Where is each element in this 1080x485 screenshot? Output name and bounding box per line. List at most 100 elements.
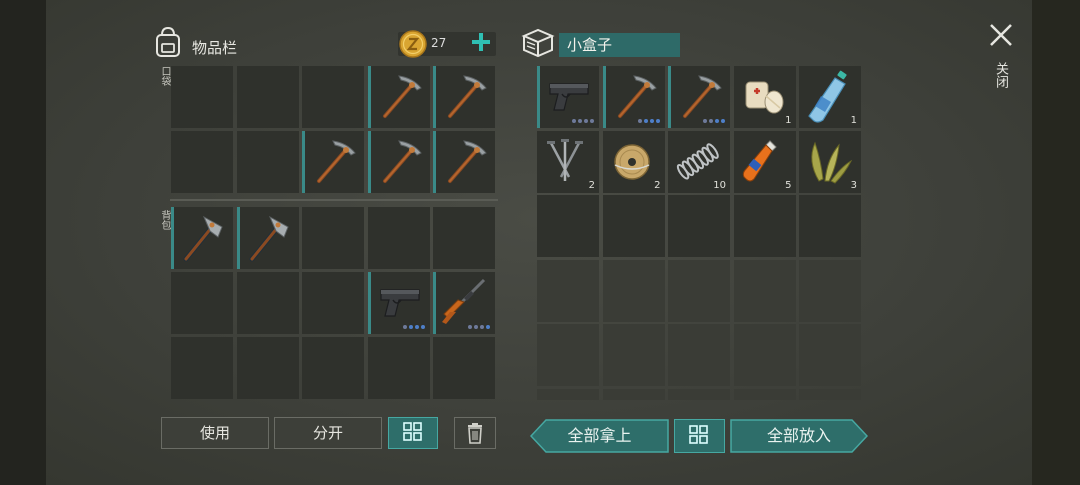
item-slot[interactable]: 10 <box>668 130 730 193</box>
use-button[interactable]: 使用 <box>161 417 269 449</box>
durability-indicator <box>572 119 594 123</box>
add-coins-button[interactable] <box>470 30 492 54</box>
item-slot[interactable] <box>367 131 430 193</box>
close-icon[interactable] <box>988 22 1014 48</box>
take-all-label: 全部拿上 <box>567 426 632 445</box>
empty-slot[interactable] <box>171 272 233 334</box>
empty-slot[interactable] <box>537 324 599 386</box>
put-all-button[interactable]: 全部放入 <box>730 419 868 453</box>
empty-slot[interactable] <box>602 388 665 400</box>
empty-slot[interactable] <box>433 337 495 399</box>
sort-button[interactable] <box>388 417 438 449</box>
durability-dot <box>649 119 654 123</box>
durability-dot <box>414 325 419 329</box>
empty-slot[interactable] <box>433 207 495 269</box>
close-label[interactable]: 关闭 <box>991 62 1010 88</box>
axe-icon <box>172 207 234 269</box>
trash-icon <box>468 423 482 444</box>
item-slot[interactable] <box>433 272 495 334</box>
item-slot[interactable] <box>367 272 430 334</box>
item-slot[interactable] <box>236 207 300 269</box>
empty-slot[interactable] <box>302 207 364 269</box>
coin-icon <box>399 30 427 58</box>
empty-slot[interactable] <box>733 388 796 400</box>
empty-slot[interactable] <box>302 337 364 399</box>
put-all-label: 全部放入 <box>766 426 831 445</box>
empty-slot[interactable] <box>367 337 430 399</box>
split-button[interactable]: 分开 <box>274 417 382 449</box>
empty-slot[interactable] <box>537 195 599 257</box>
item-slot[interactable] <box>302 131 364 193</box>
empty-slot[interactable] <box>799 259 861 322</box>
item-slot[interactable]: 3 <box>799 130 861 193</box>
item-slot[interactable] <box>433 131 495 193</box>
empty-slot[interactable] <box>171 131 233 193</box>
grid-icon <box>403 422 422 441</box>
empty-slot[interactable] <box>668 324 730 386</box>
empty-slot[interactable] <box>602 259 665 322</box>
empty-slot[interactable] <box>668 259 730 322</box>
empty-slot[interactable] <box>537 388 599 400</box>
item-slot[interactable] <box>171 207 233 269</box>
empty-slot[interactable] <box>799 324 861 386</box>
durability-indicator <box>468 325 490 329</box>
durability-dot <box>637 119 642 123</box>
empty-slot[interactable] <box>302 272 364 334</box>
empty-slot[interactable] <box>733 259 796 322</box>
empty-slot[interactable] <box>171 66 233 128</box>
empty-slot[interactable] <box>668 388 730 400</box>
durability-dot <box>703 119 707 123</box>
backpack-icon <box>153 26 183 58</box>
durability-indicator <box>637 119 660 123</box>
empty-slot[interactable] <box>602 324 665 386</box>
right-edge <box>1032 0 1080 485</box>
empty-slot[interactable] <box>236 337 299 399</box>
durability-dot <box>584 119 588 123</box>
durability-dot <box>408 325 413 329</box>
durability-indicator <box>703 119 725 123</box>
grid-icon <box>689 425 708 444</box>
empty-slot[interactable] <box>733 324 796 386</box>
section-divider <box>170 199 498 201</box>
empty-slot[interactable] <box>171 337 233 399</box>
item-slot[interactable]: 2 <box>602 130 665 193</box>
empty-slot[interactable] <box>733 195 796 257</box>
pocket-label: 口袋 <box>159 66 170 86</box>
empty-slot[interactable] <box>302 66 364 128</box>
durability-dot <box>402 325 407 329</box>
empty-slot[interactable] <box>799 195 861 257</box>
trash-button[interactable] <box>454 417 496 449</box>
backpack-label: 背包 <box>159 210 170 230</box>
item-slot[interactable] <box>537 66 599 128</box>
empty-slot[interactable] <box>236 131 299 193</box>
item-slot[interactable] <box>367 66 430 128</box>
empty-slot[interactable] <box>537 259 599 322</box>
axe-icon <box>238 207 300 269</box>
item-slot[interactable]: 1 <box>799 66 861 128</box>
item-quantity: 10 <box>713 179 726 191</box>
sort-container-button[interactable] <box>674 419 725 453</box>
empty-slot[interactable] <box>668 195 730 257</box>
durability-dot <box>420 325 425 329</box>
take-all-button[interactable]: 全部拿上 <box>530 419 669 453</box>
item-quantity: 1 <box>850 115 857 126</box>
item-slot[interactable] <box>668 66 730 128</box>
empty-slot[interactable] <box>236 272 299 334</box>
durability-dot <box>709 119 713 123</box>
empty-slot[interactable] <box>236 66 299 128</box>
durability-dot <box>721 119 725 123</box>
item-quantity: 2 <box>654 179 661 191</box>
item-slot[interactable] <box>602 66 665 128</box>
durability-dot <box>480 325 484 329</box>
empty-slot[interactable] <box>367 207 430 269</box>
item-slot[interactable]: 1 <box>733 66 796 128</box>
durability-dot <box>715 119 719 123</box>
item-slot[interactable] <box>433 66 495 128</box>
durability-dot <box>578 119 582 123</box>
item-slot[interactable]: 2 <box>537 130 599 193</box>
item-slot[interactable]: 5 <box>733 130 796 193</box>
item-quantity: 5 <box>785 179 792 191</box>
pickaxe-icon <box>434 66 496 128</box>
empty-slot[interactable] <box>602 195 665 257</box>
empty-slot[interactable] <box>799 388 861 400</box>
